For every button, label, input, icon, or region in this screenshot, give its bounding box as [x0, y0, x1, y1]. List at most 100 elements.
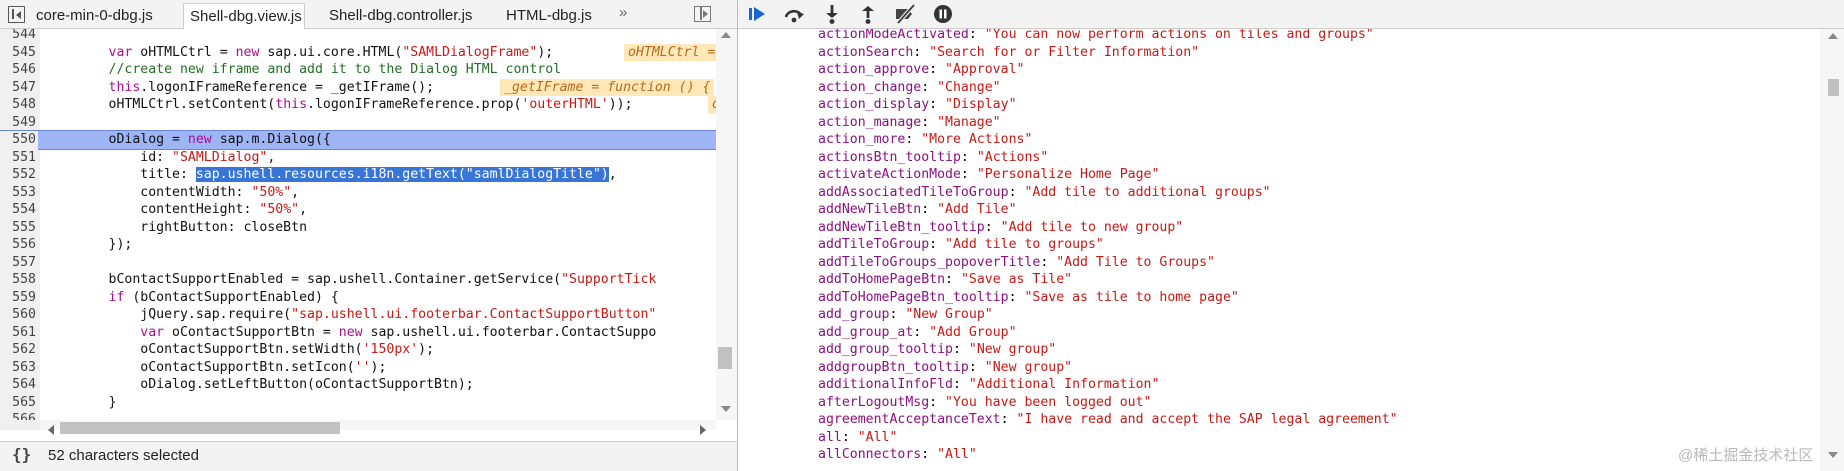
code-editor[interactable]: 544 545 var oHTMLCtrl = new sap.ui.core.H… [0, 29, 716, 420]
editor-horizontal-scroll-thumb[interactable] [60, 422, 340, 434]
line-number[interactable]: 548 [0, 96, 38, 114]
property-row[interactable]: actionsBtn_tooltip: "Actions" [818, 149, 1048, 167]
code-line[interactable]: 563 oContactSupportBtn.setIcon(''); [0, 358, 716, 376]
code-line[interactable]: 544 [0, 29, 716, 44]
scroll-left-arrow-icon[interactable] [48, 425, 54, 435]
code-line[interactable]: 548 oHTMLCtrl.setContent(this.logonIFram… [0, 96, 716, 114]
property-row[interactable]: action_more: "More Actions" [818, 131, 1032, 149]
line-number[interactable]: 562 [0, 341, 38, 359]
deactivate-breakpoints-icon[interactable] [894, 3, 918, 25]
code-line[interactable]: 564 oDialog.setLeftButton(oContactSuppor… [0, 376, 716, 394]
line-number[interactable]: 553 [0, 183, 38, 201]
line-number[interactable]: 564 [0, 376, 38, 394]
step-over-icon[interactable] [782, 3, 806, 25]
line-number[interactable]: 552 [0, 166, 38, 184]
code-line[interactable]: 556 }); [0, 236, 716, 254]
line-number[interactable]: 560 [0, 306, 38, 324]
code-line[interactable]: 546 //create new iframe and add it to th… [0, 61, 716, 79]
scope-vertical-scroll-thumb[interactable] [1828, 79, 1839, 96]
pretty-print-icon[interactable]: {} [12, 445, 31, 464]
code-line[interactable]: 550 oDialog = new sap.m.Dialog({ [0, 130, 716, 150]
property-row[interactable]: actionSearch: "Search for or Filter Info… [818, 44, 1199, 62]
split-pane-icon[interactable] [694, 6, 711, 22]
property-row[interactable]: agreementAcceptanceText: "I have read an… [818, 411, 1398, 429]
property-row[interactable]: additionalInfoFld: "Additional Informati… [818, 376, 1159, 394]
property-row[interactable]: action_manage: "Manage" [818, 114, 1001, 132]
property-key: addToHomePageBtn [818, 272, 946, 287]
scroll-up-arrow-icon[interactable] [721, 32, 731, 38]
property-row[interactable]: addAssociatedTileToGroup: "Add tile to a… [818, 184, 1271, 202]
tab-html-dbg[interactable]: HTML-dbg.js [500, 3, 598, 29]
property-row[interactable]: action_change: "Change" [818, 79, 1001, 97]
line-number[interactable]: 555 [0, 218, 38, 236]
scroll-up-arrow-icon[interactable] [1828, 33, 1838, 39]
code-line[interactable]: 559 if (bContactSupportEnabled) { [0, 288, 716, 306]
code-token: "sap.ushell.ui.footerbar.ContactSupportB… [291, 307, 657, 322]
line-number[interactable]: 549 [0, 113, 38, 131]
tab-shell-dbg-view[interactable]: Shell-dbg.view.js [183, 3, 305, 29]
code-line[interactable]: 561 var oContactSupportBtn = new sap.ush… [0, 323, 716, 341]
property-row[interactable]: addToHomePageBtn_tooltip: "Save as tile … [818, 289, 1239, 307]
code-line[interactable]: 551 id: "SAMLDialog", [0, 148, 716, 166]
code-line[interactable]: 553 contentWidth: "50%", [0, 183, 716, 201]
code-line[interactable]: 558 bContactSupportEnabled = sap.ushell.… [0, 271, 716, 289]
property-key: addNewTileBtn [818, 202, 922, 217]
line-number[interactable]: 554 [0, 201, 38, 219]
resume-icon[interactable] [746, 3, 770, 25]
code-line[interactable]: 547 this.logonIFrameReference = _getIFra… [0, 78, 716, 96]
step-out-icon[interactable] [856, 3, 880, 25]
property-row[interactable]: activateActionMode: "Personalize Home Pa… [818, 166, 1159, 184]
line-number[interactable]: 563 [0, 358, 38, 376]
step-into-icon[interactable] [820, 3, 844, 25]
property-row[interactable]: action_approve: "Approval" [818, 61, 1024, 79]
property-row[interactable]: actionModeActivated: "You can now perfor… [818, 29, 1374, 44]
property-row[interactable]: addgroupBtn_tooltip: "New group" [818, 359, 1072, 377]
tab-shell-dbg-controller[interactable]: Shell-dbg.controller.js [323, 3, 478, 29]
line-number[interactable]: 565 [0, 393, 38, 411]
property-row[interactable]: addTileToGroups_popoverTitle: "Add Tile … [818, 254, 1215, 272]
line-number[interactable]: 557 [0, 253, 38, 271]
line-number[interactable]: 544 [0, 29, 38, 44]
line-number[interactable]: 546 [0, 61, 38, 79]
property-row[interactable]: addNewTileBtn: "Add Tile" [818, 201, 1017, 219]
code-line[interactable]: 554 contentHeight: "50%", [0, 201, 716, 219]
code-text: //create new iframe and add it to the Di… [45, 61, 562, 79]
property-row[interactable]: addNewTileBtn_tooltip: "Add tile to new … [818, 219, 1183, 237]
scroll-right-arrow-icon[interactable] [700, 425, 706, 435]
line-number[interactable]: 547 [0, 78, 38, 96]
code-line[interactable]: 562 oContactSupportBtn.setWidth('150px')… [0, 341, 716, 359]
property-row[interactable]: action_display: "Display" [818, 96, 1017, 114]
line-number[interactable]: 561 [0, 323, 38, 341]
line-number[interactable]: 550 [0, 131, 38, 149]
tab-core-min-0-dbg[interactable]: core-min-0-dbg.js [30, 3, 159, 29]
property-row[interactable]: add_group_tooltip: "New group" [818, 341, 1056, 359]
code-line[interactable]: 555 rightButton: closeBtn [0, 218, 716, 236]
line-number[interactable]: 558 [0, 271, 38, 289]
line-number[interactable]: 559 [0, 288, 38, 306]
code-line[interactable]: 565 } [0, 393, 716, 411]
property-row[interactable]: add_group_at: "Add Group" [818, 324, 1017, 342]
property-row[interactable]: afterLogoutMsg: "You have been logged ou… [818, 394, 1151, 412]
sidebar-toggle-icon[interactable] [8, 6, 25, 23]
editor-vertical-scroll-thumb[interactable] [718, 347, 732, 369]
line-number[interactable]: 566 [0, 411, 38, 420]
code-line[interactable]: 557 [0, 253, 716, 271]
tabs-overflow-button[interactable]: » [619, 4, 627, 21]
scroll-down-arrow-icon[interactable] [721, 406, 731, 412]
line-number[interactable]: 551 [0, 148, 38, 166]
code-line[interactable]: 552 title: sap.ushell.resources.i18n.get… [0, 166, 716, 184]
line-number[interactable]: 556 [0, 236, 38, 254]
code-line[interactable]: 560 jQuery.sap.require("sap.ushell.ui.fo… [0, 306, 716, 324]
scroll-down-arrow-icon[interactable] [1828, 452, 1838, 458]
line-number[interactable]: 545 [0, 43, 38, 61]
code-line[interactable]: 566 [0, 411, 716, 420]
property-row[interactable]: all: "All" [818, 429, 897, 447]
property-row[interactable]: addTileToGroup: "Add tile to groups" [818, 236, 1104, 254]
property-row[interactable]: add_group: "New Group" [818, 306, 993, 324]
code-line[interactable]: 549 [0, 113, 716, 131]
pause-on-exceptions-icon[interactable] [931, 3, 955, 25]
property-row[interactable]: addToHomePageBtn: "Save as Tile" [818, 271, 1072, 289]
property-row[interactable]: allConnectors: "All" [818, 446, 977, 464]
code-line[interactable]: 545 var oHTMLCtrl = new sap.ui.core.HTML… [0, 43, 716, 61]
